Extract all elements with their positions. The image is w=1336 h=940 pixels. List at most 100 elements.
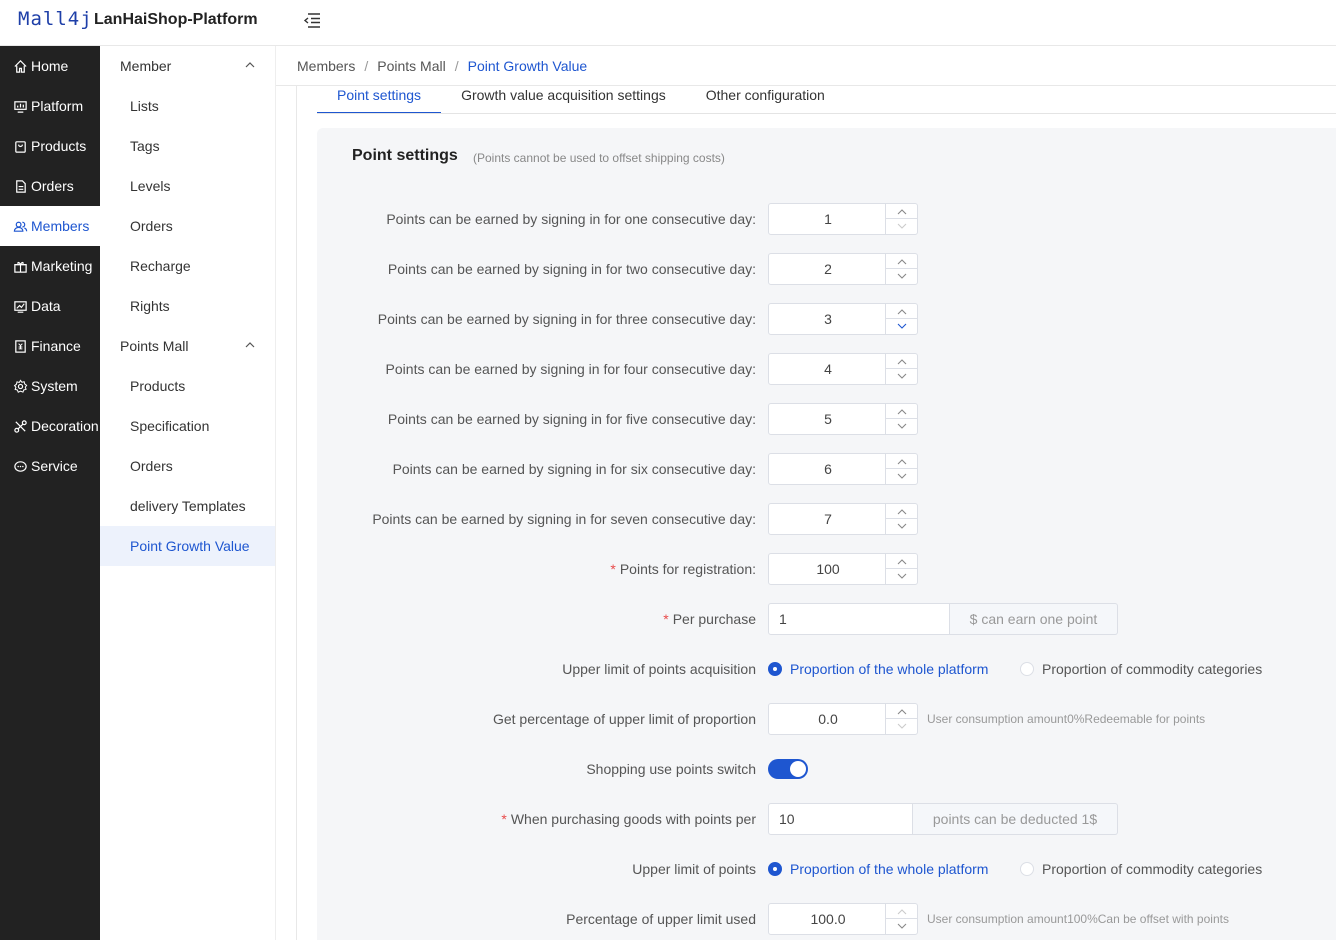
signin-row-6: Points can be earned by signing in for s… bbox=[317, 453, 1336, 485]
stepper-value[interactable]: 5 bbox=[769, 404, 887, 434]
increment-button[interactable] bbox=[886, 304, 918, 319]
increment-button[interactable] bbox=[886, 504, 918, 519]
breadcrumb-item[interactable]: Members bbox=[297, 58, 355, 74]
radio-whole-platform[interactable]: Proportion of the whole platform bbox=[768, 661, 988, 677]
chevron-up-icon bbox=[897, 509, 907, 515]
decrement-button[interactable] bbox=[886, 569, 918, 584]
stepper-value[interactable]: 6 bbox=[769, 454, 887, 484]
stepper-value[interactable]: 4 bbox=[769, 354, 887, 384]
subnav-group-points-mall[interactable]: Points Mall bbox=[100, 326, 275, 366]
stepper-value[interactable]: 3 bbox=[769, 304, 887, 334]
tab-other-configuration[interactable]: Other configuration bbox=[686, 86, 845, 114]
nav-item-home[interactable]: Home bbox=[0, 46, 100, 86]
sub-nav: Member Lists Tags Levels Orders Recharge… bbox=[100, 46, 276, 940]
app-title: LanHaiShop-Platform bbox=[94, 11, 258, 28]
increment-button[interactable] bbox=[886, 554, 918, 569]
stepper-value[interactable]: 100 bbox=[769, 554, 887, 584]
finance-icon bbox=[12, 338, 28, 354]
field-label: Points can be earned by signing in for f… bbox=[385, 361, 756, 377]
radio-whole-platform[interactable]: Proportion of the whole platform bbox=[768, 861, 988, 877]
stepper-value[interactable]: 7 bbox=[769, 504, 887, 534]
increment-button[interactable] bbox=[886, 204, 918, 219]
points-stepper[interactable]: 1 bbox=[768, 203, 918, 235]
nav-label: Decoration bbox=[31, 418, 99, 434]
increment-button[interactable] bbox=[886, 254, 918, 269]
nav-item-marketing[interactable]: Marketing bbox=[0, 246, 100, 286]
decrement-button[interactable] bbox=[886, 469, 918, 484]
decrement-button[interactable] bbox=[886, 219, 918, 234]
points-stepper[interactable]: 6 bbox=[768, 453, 918, 485]
nav-item-service[interactable]: Service bbox=[0, 446, 100, 486]
nav-item-finance[interactable]: Finance bbox=[0, 326, 100, 366]
points-switch-toggle[interactable] bbox=[768, 759, 808, 779]
field-hint: User consumption amount100%Can be offset… bbox=[927, 912, 1229, 926]
subnav-item-specification[interactable]: Specification bbox=[100, 406, 275, 446]
chevron-down-icon bbox=[897, 323, 907, 329]
chevron-down-icon bbox=[897, 573, 907, 579]
users-icon bbox=[12, 218, 28, 234]
monitor-icon bbox=[12, 98, 28, 114]
nav-item-system[interactable]: System bbox=[0, 366, 100, 406]
subnav-item-products[interactable]: Products bbox=[100, 366, 275, 406]
subnav-item-point-growth-value[interactable]: Point Growth Value bbox=[100, 526, 275, 566]
radio-commodity-categories[interactable]: Proportion of commodity categories bbox=[1020, 861, 1262, 877]
decrement-button[interactable] bbox=[886, 319, 918, 334]
decrement-button[interactable] bbox=[886, 719, 918, 734]
app-logo: Mall4j bbox=[18, 8, 93, 30]
decoration-icon bbox=[12, 418, 28, 434]
used-percentage-stepper[interactable]: 100.0 bbox=[768, 903, 918, 935]
subnav-item-lists[interactable]: Lists bbox=[100, 86, 275, 126]
decrement-button[interactable] bbox=[886, 369, 918, 384]
purchase-points-input[interactable]: 10 bbox=[768, 803, 913, 835]
decrement-button[interactable] bbox=[886, 919, 918, 934]
gear-icon bbox=[12, 378, 28, 394]
nav-item-members[interactable]: Members bbox=[0, 206, 100, 246]
subnav-item-levels[interactable]: Levels bbox=[100, 166, 275, 206]
stepper-value[interactable]: 1 bbox=[769, 204, 887, 234]
stepper-value[interactable]: 0.0 bbox=[769, 704, 887, 734]
subnav-item-rights[interactable]: Rights bbox=[100, 286, 275, 326]
signin-row-7: Points can be earned by signing in for s… bbox=[317, 503, 1336, 535]
increment-button[interactable] bbox=[886, 404, 918, 419]
subnav-item-points-orders[interactable]: Orders bbox=[100, 446, 275, 486]
decrement-button[interactable] bbox=[886, 269, 918, 284]
subnav-item-recharge[interactable]: Recharge bbox=[100, 246, 275, 286]
points-stepper[interactable]: 5 bbox=[768, 403, 918, 435]
registration-points-stepper[interactable]: 100 bbox=[768, 553, 918, 585]
collapse-menu-icon[interactable] bbox=[302, 10, 322, 30]
increment-button[interactable] bbox=[886, 704, 918, 719]
subnav-item-delivery-templates[interactable]: delivery Templates bbox=[100, 486, 275, 526]
points-stepper[interactable]: 3 bbox=[768, 303, 918, 335]
subnav-group-label: Points Mall bbox=[120, 338, 189, 354]
increment-button[interactable] bbox=[886, 904, 918, 919]
breadcrumb-item[interactable]: Points Mall bbox=[377, 58, 445, 74]
field-label: Points can be earned by signing in for t… bbox=[387, 261, 756, 277]
nav-item-platform[interactable]: Platform bbox=[0, 86, 100, 126]
points-stepper[interactable]: 2 bbox=[768, 253, 918, 285]
chevron-down-icon bbox=[897, 473, 907, 479]
tab-point-settings[interactable]: Point settings bbox=[317, 86, 442, 114]
breadcrumb-separator: / bbox=[454, 58, 459, 74]
field-label: Points can be earned by signing in for s… bbox=[392, 461, 756, 477]
radio-commodity-categories[interactable]: Proportion of commodity categories bbox=[1020, 661, 1262, 677]
increment-button[interactable] bbox=[886, 454, 918, 469]
subnav-item-tags[interactable]: Tags bbox=[100, 126, 275, 166]
field-label: Points can be earned by signing in for s… bbox=[372, 511, 756, 527]
tab-growth-value-settings[interactable]: Growth value acquisition settings bbox=[441, 86, 686, 114]
chevron-down-icon bbox=[897, 923, 907, 929]
decrement-button[interactable] bbox=[886, 419, 918, 434]
points-stepper[interactable]: 7 bbox=[768, 503, 918, 535]
nav-item-products[interactable]: Products bbox=[0, 126, 100, 166]
percentage-stepper[interactable]: 0.0 bbox=[768, 703, 918, 735]
subnav-item-orders[interactable]: Orders bbox=[100, 206, 275, 246]
subnav-group-member[interactable]: Member bbox=[100, 46, 275, 86]
stepper-value[interactable]: 2 bbox=[769, 254, 887, 284]
points-stepper[interactable]: 4 bbox=[768, 353, 918, 385]
decrement-button[interactable] bbox=[886, 519, 918, 534]
stepper-value[interactable]: 100.0 bbox=[769, 904, 887, 934]
increment-button[interactable] bbox=[886, 354, 918, 369]
nav-item-data[interactable]: Data bbox=[0, 286, 100, 326]
nav-item-orders[interactable]: Orders bbox=[0, 166, 100, 206]
per-purchase-input[interactable]: 1 bbox=[768, 603, 950, 635]
nav-item-decoration[interactable]: Decoration bbox=[0, 406, 100, 446]
